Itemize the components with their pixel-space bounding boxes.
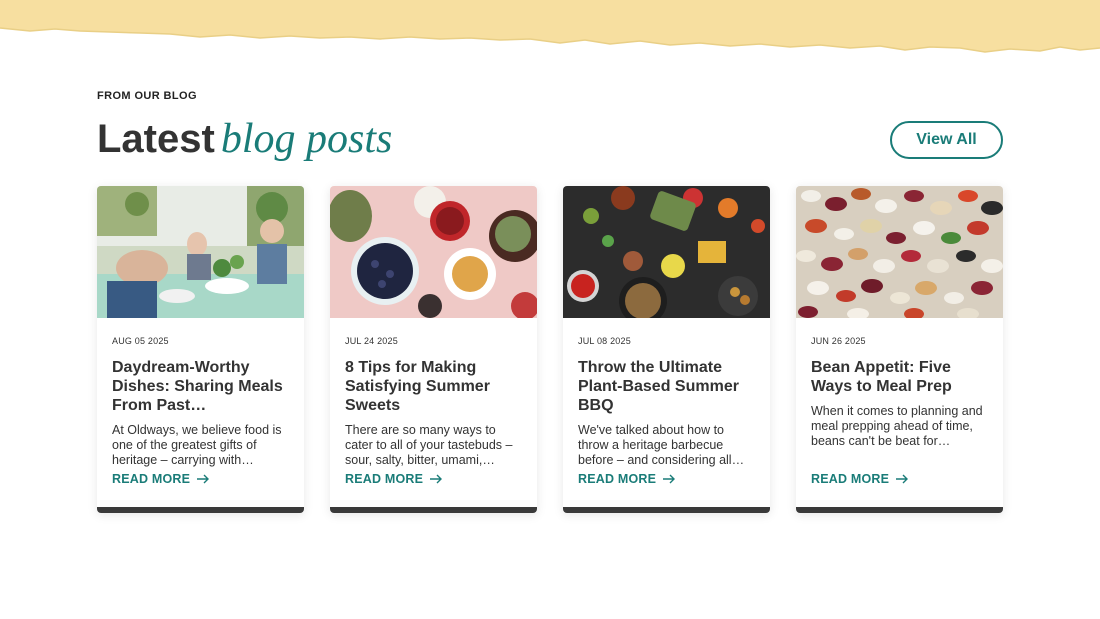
arrow-right-icon bbox=[896, 474, 909, 484]
read-more-link[interactable]: READ MORE bbox=[345, 472, 443, 486]
post-image[interactable] bbox=[330, 186, 537, 318]
read-more-label: READ MORE bbox=[578, 472, 657, 486]
heading-row: Latest blog posts View All bbox=[97, 116, 1003, 176]
read-more-link[interactable]: READ MORE bbox=[112, 472, 210, 486]
post-date: JUL 08 2025 bbox=[578, 336, 631, 346]
blog-card[interactable]: JUL 08 2025 Throw the Ultimate Plant-Bas… bbox=[563, 186, 770, 513]
blog-card-list: AUG 05 2025 Daydream-Worthy Dishes: Shar… bbox=[97, 186, 1003, 513]
arrow-right-icon bbox=[197, 474, 210, 484]
card-body: JUL 08 2025 Throw the Ultimate Plant-Bas… bbox=[563, 318, 770, 468]
post-title[interactable]: Throw the Ultimate Plant-Based Summer BB… bbox=[578, 358, 755, 415]
blog-card[interactable]: JUN 26 2025 Bean Appetit: Five Ways to M… bbox=[796, 186, 1003, 513]
blog-card[interactable]: AUG 05 2025 Daydream-Worthy Dishes: Shar… bbox=[97, 186, 304, 513]
read-more-label: READ MORE bbox=[345, 472, 424, 486]
post-image[interactable] bbox=[796, 186, 1003, 318]
post-date: JUN 26 2025 bbox=[811, 336, 866, 346]
post-excerpt: When it comes to planning and meal prepp… bbox=[811, 404, 983, 448]
post-title[interactable]: Daydream-Worthy Dishes: Sharing Meals Fr… bbox=[112, 358, 289, 415]
view-all-button[interactable]: View All bbox=[890, 121, 1003, 159]
post-title[interactable]: 8 Tips for Making Satisfying Summer Swee… bbox=[345, 358, 522, 415]
section-eyebrow: FROM OUR BLOG bbox=[97, 90, 197, 102]
arrow-right-icon bbox=[430, 474, 443, 484]
blog-card[interactable]: JUL 24 2025 8 Tips for Making Satisfying… bbox=[330, 186, 537, 513]
arrow-right-icon bbox=[663, 474, 676, 484]
blog-section: FROM OUR BLOG Latestblog posts View All bbox=[97, 90, 1003, 513]
post-date: AUG 05 2025 bbox=[112, 336, 169, 346]
read-more-link[interactable]: READ MORE bbox=[578, 472, 676, 486]
card-body: JUL 24 2025 8 Tips for Making Satisfying… bbox=[330, 318, 537, 468]
read-more-link[interactable]: READ MORE bbox=[811, 472, 909, 486]
post-date: JUL 24 2025 bbox=[345, 336, 398, 346]
torn-paper-banner bbox=[0, 0, 1100, 53]
post-image[interactable] bbox=[97, 186, 304, 318]
section-title-plain: Latest bbox=[97, 117, 215, 161]
section-title-accent: blog posts bbox=[220, 116, 393, 162]
section-title: Latest blog posts bbox=[97, 116, 392, 162]
card-body: JUN 26 2025 Bean Appetit: Five Ways to M… bbox=[796, 318, 1003, 449]
read-more-label: READ MORE bbox=[811, 472, 890, 486]
post-image[interactable] bbox=[563, 186, 770, 318]
page: FROM OUR BLOG Latestblog posts View All bbox=[0, 0, 1100, 619]
card-body: AUG 05 2025 Daydream-Worthy Dishes: Shar… bbox=[97, 318, 304, 468]
post-title[interactable]: Bean Appetit: Five Ways to Meal Prep wit… bbox=[811, 358, 988, 396]
read-more-label: READ MORE bbox=[112, 472, 191, 486]
post-excerpt: We've talked about how to throw a herita… bbox=[578, 423, 745, 467]
post-excerpt: There are so many ways to cater to all o… bbox=[345, 423, 513, 467]
post-excerpt: At Oldways, we believe food is one of th… bbox=[112, 423, 282, 467]
